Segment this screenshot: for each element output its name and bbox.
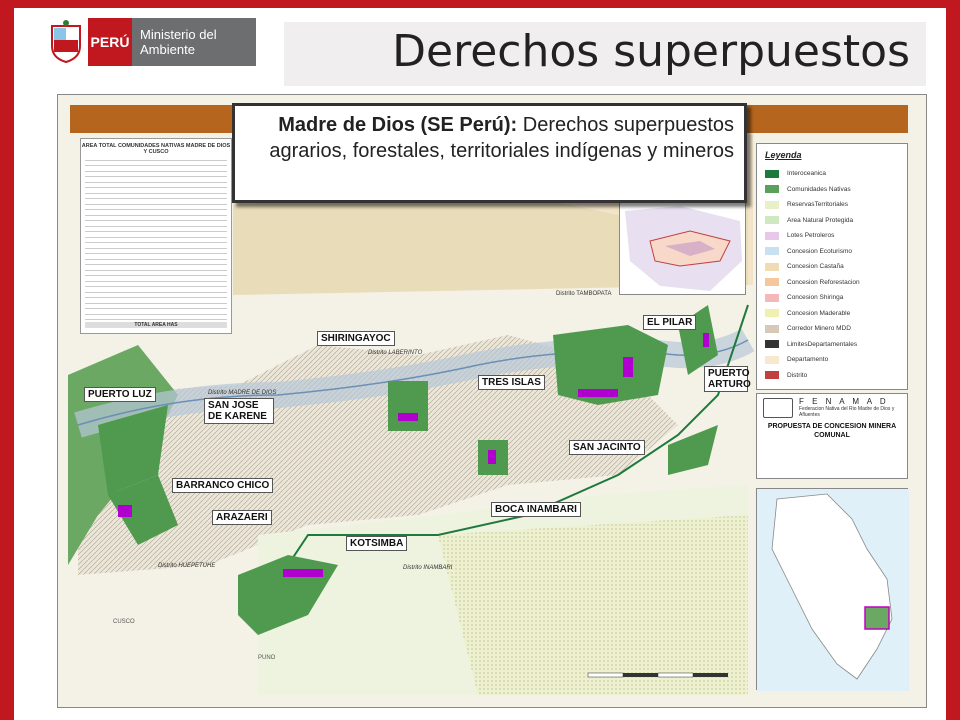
fenamad-box: F E N A M A D Federacion Nativa del Rio … bbox=[756, 393, 908, 479]
label-tres-islas: TRES ISLAS bbox=[478, 375, 545, 390]
legend-row: Interoceanica bbox=[765, 166, 899, 182]
legend-swatch bbox=[765, 293, 779, 302]
legend-swatch bbox=[765, 324, 779, 333]
legend-label: Concesion Castaña bbox=[787, 263, 844, 271]
legend-label: Interoceanica bbox=[787, 170, 827, 178]
legend-row: Distrito bbox=[765, 368, 899, 384]
legend-label: Concesion Reforestacion bbox=[787, 278, 860, 286]
inset-map bbox=[619, 200, 746, 295]
legend-label: Area Natural Protegida bbox=[787, 216, 854, 224]
legend-label: Concesion Ecoturismo bbox=[787, 247, 853, 255]
legend-row: ReservasTerritoriales bbox=[765, 197, 899, 213]
legend-row: Concesion Reforestacion bbox=[765, 275, 899, 291]
legend-label: ReservasTerritoriales bbox=[787, 201, 849, 209]
legend-row: Concesion Maderable bbox=[765, 306, 899, 322]
legend-label: Corredor Minero MDD bbox=[787, 325, 851, 333]
title-bar: Derechos superpuestos bbox=[284, 22, 926, 86]
legend-row: Departamento bbox=[765, 352, 899, 368]
label-el-pilar: EL PILAR bbox=[643, 315, 697, 330]
table-total: TOTAL AREA HAS bbox=[85, 322, 227, 328]
legend-row: LimitesDepartamentales bbox=[765, 337, 899, 353]
place-tambopata: Distrito TAMBOPATA bbox=[556, 291, 612, 297]
logo-ministry: Ministerio del Ambiente bbox=[132, 18, 256, 66]
label-kotsimba: KOTSIMBA bbox=[346, 536, 408, 551]
area-table: AREA TOTAL COMUNIDADES NATIVAS MADRE DE … bbox=[80, 138, 232, 334]
legend-row: Corredor Minero MDD bbox=[765, 321, 899, 337]
legend-swatch bbox=[765, 371, 779, 380]
legend-row: Comunidades Nativas bbox=[765, 182, 899, 198]
legend-swatch bbox=[765, 185, 779, 194]
legend-swatch bbox=[765, 231, 779, 240]
place-madre-de-dios: Distrito MADRE DE DIOS bbox=[208, 390, 277, 396]
legend-label: LimitesDepartamentales bbox=[787, 340, 858, 348]
coat-of-arms-icon bbox=[44, 18, 88, 66]
fenamad-title: PROPUESTA DE CONCESION MINERA COMUNAL bbox=[767, 423, 897, 439]
place-inambari: Distrito INAMBARI bbox=[403, 565, 453, 571]
legend-title: Leyenda bbox=[765, 150, 802, 160]
legend-swatch bbox=[765, 200, 779, 209]
legend-row: Concesion Castaña bbox=[765, 259, 899, 275]
legend-swatch bbox=[765, 262, 779, 271]
legend-swatch bbox=[765, 340, 779, 349]
table-title: AREA TOTAL COMUNIDADES NATIVAS MADRE DE … bbox=[81, 143, 231, 155]
fenamad-logo-icon bbox=[763, 398, 793, 418]
place-huepetuhe: Distrito HUEPETUHE bbox=[158, 563, 216, 569]
label-barranco-chico: BARRANCO CHICO bbox=[172, 478, 274, 493]
legend-swatch bbox=[765, 247, 779, 256]
logo-country: PERÚ bbox=[88, 18, 132, 66]
legend-swatch bbox=[765, 355, 779, 364]
place-puno: PUNO bbox=[258, 655, 276, 661]
legend-row: Concesion Ecoturismo bbox=[765, 244, 899, 260]
label-san-jose-de-karene: SAN JOSE DE KARENE bbox=[204, 398, 274, 424]
ministry-logo: PERÚ Ministerio del Ambiente bbox=[44, 18, 256, 66]
callout-box: Madre de Dios (SE Perú): Derechos superp… bbox=[232, 103, 747, 203]
label-arazaeri: ARAZAERI bbox=[212, 510, 272, 525]
legend-label: Concesion Shiringa bbox=[787, 294, 844, 302]
map-legend: Leyenda Interoceanica Comunidades Nativas… bbox=[756, 143, 908, 390]
legend-row: Area Natural Protegida bbox=[765, 213, 899, 229]
legend-swatch bbox=[765, 169, 779, 178]
legend-swatch bbox=[765, 309, 779, 318]
callout-bold: Madre de Dios (SE Perú): bbox=[278, 114, 523, 136]
legend-row: Concesion Shiringa bbox=[765, 290, 899, 306]
legend-label: Distrito bbox=[787, 371, 808, 379]
legend-label: Concesion Maderable bbox=[787, 309, 851, 317]
label-san-jacinto: SAN JACINTO bbox=[569, 440, 645, 455]
label-puerto-arturo: PUERTO ARTURO bbox=[704, 366, 751, 392]
legend-swatch bbox=[765, 216, 779, 225]
label-puerto-luz: PUERTO LUZ bbox=[84, 387, 156, 402]
legend-label: Comunidades Nativas bbox=[787, 185, 851, 193]
peru-overview-map bbox=[756, 488, 909, 691]
place-cusco: CUSCO bbox=[113, 619, 135, 625]
page-title: Derechos superpuestos bbox=[392, 26, 910, 77]
legend-label: Lotes Petroleros bbox=[787, 232, 835, 240]
legend-swatch bbox=[765, 278, 779, 287]
table-row bbox=[85, 315, 227, 320]
place-laberinto: Distrito LABERINTO bbox=[368, 350, 423, 356]
label-shiringayoc: SHIRINGAYOC bbox=[317, 331, 395, 346]
label-boca-inambari: BOCA INAMBARI bbox=[491, 502, 581, 517]
legend-row: Lotes Petroleros bbox=[765, 228, 899, 244]
slide: PERÚ Ministerio del Ambiente Derechos su… bbox=[0, 0, 960, 720]
legend-label: Departamento bbox=[787, 356, 829, 364]
